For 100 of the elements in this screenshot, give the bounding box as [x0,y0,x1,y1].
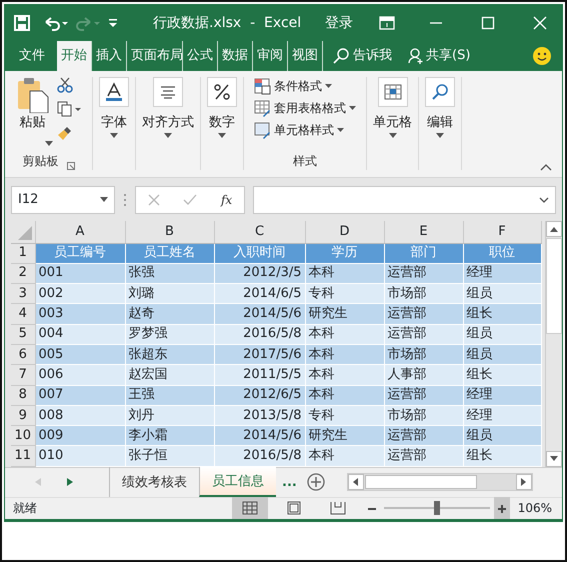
horizontal-scrollbar[interactable] [346,473,533,492]
conditional-format-icon [254,78,271,94]
table-cell: 王强 [125,385,214,406]
save-icon[interactable] [13,14,31,32]
column-heading: 职位 [463,243,541,264]
row-header[interactable]: 9 [11,405,35,426]
caret-icon[interactable] [388,132,396,138]
zoom-in-button[interactable] [494,497,510,520]
scroll-right-icon[interactable] [521,478,526,486]
sheet-tab[interactable]: 员工信息 [199,467,276,498]
clipboard-icon [16,77,48,113]
style-menu-button[interactable]: 单元格样式 [254,121,344,139]
window-title: 行政数据.xlsx - Excel [153,14,302,32]
row-header[interactable]: 6 [11,344,35,365]
copy-icon[interactable] [56,101,80,117]
smiley-icon[interactable] [532,46,552,66]
scroll-down-icon[interactable] [550,456,558,462]
row-header[interactable]: 10 [11,426,35,446]
column-heading: 员工姓名 [125,243,214,264]
more-sheets-button[interactable]: ... [276,472,303,492]
tell-me-field[interactable]: 告诉我 [349,41,404,71]
add-sheet-icon[interactable] [306,473,325,492]
table-cell: 2014/5/6 [214,426,305,446]
insert-function-button[interactable]: fx [220,190,232,208]
row-header[interactable]: 4 [11,304,35,324]
table-cell: 010 [35,446,125,466]
person-add-icon[interactable] [408,48,424,64]
table-cell: 人事部 [384,364,463,386]
page-layout-icon [286,501,302,516]
table-cell: 运营部 [384,446,463,466]
caret-icon [337,128,344,132]
formula-input[interactable] [253,186,556,214]
table-cell: 组员 [463,426,541,446]
row-header[interactable]: 7 [11,364,35,386]
caret-icon[interactable] [164,132,172,138]
ribbon-button[interactable]: 单元格 [373,77,412,132]
ribbon-tab[interactable]: 文件 [11,41,57,71]
table-cell: 2016/5/8 [214,446,305,466]
table-cell: 市场部 [384,405,463,426]
cells-icon [384,83,402,101]
cell-style-icon [254,122,271,138]
scroll-up-icon[interactable] [550,226,558,232]
row-header[interactable]: 3 [11,284,35,304]
dialog-launcher-icon[interactable] [66,162,74,170]
next-sheet-icon[interactable] [67,478,73,486]
font-color-icon [104,82,124,102]
slider-thumb[interactable] [434,501,440,516]
maximize-icon[interactable] [481,16,496,30]
paste-button[interactable]: 粘贴 [16,77,48,141]
style-menu-button[interactable]: 条件格式 [254,77,332,95]
status-text: 就绪 [13,500,37,518]
ribbon-tab[interactable]: 开始 [57,41,92,71]
normal-view-button[interactable] [232,497,268,520]
table-cell: 本科 [305,364,384,386]
collapse-ribbon-icon[interactable] [540,163,552,171]
column-header[interactable]: E [384,221,463,243]
close-icon[interactable] [533,16,548,30]
table-cell: 组长 [463,364,541,386]
ribbon-button[interactable]: 对齐方式 [142,77,194,132]
customize-icon[interactable] [107,17,119,29]
vertical-scrollbar[interactable] [544,221,562,467]
table-cell: 市场部 [384,284,463,304]
row-header[interactable]: 11 [11,446,35,466]
brush-icon[interactable] [56,125,72,141]
ribbon-options-icon[interactable] [379,16,396,30]
table-cell: 专科 [305,284,384,304]
scroll-left-icon[interactable] [353,478,358,486]
share-button[interactable]: 共享(S) [424,41,482,71]
check-icon[interactable] [183,194,198,206]
table-cell: 张超东 [125,344,214,365]
name-box[interactable]: I12 [11,186,115,214]
table-cell: 赵奇 [125,304,214,324]
table-cell: 运营部 [384,385,463,406]
table-cell: 2014/5/6 [214,304,305,324]
row-header[interactable]: 2 [11,263,35,284]
caret-icon[interactable] [110,132,118,138]
caret-icon [325,84,332,88]
group-label: 样式 [293,153,317,170]
column-heading: 部门 [384,243,463,264]
table-cell: 004 [35,324,125,344]
row-header[interactable]: 8 [11,385,35,406]
sign-in-link[interactable]: 登录 [325,12,354,34]
column-header[interactable]: F [463,221,541,243]
search-icon [333,48,349,64]
column-header[interactable]: C [214,221,305,243]
column-header[interactable]: B [125,221,214,243]
column-header[interactable]: D [305,221,384,243]
row-header[interactable]: 1 [11,243,35,264]
caret-icon[interactable] [44,141,52,146]
row-header[interactable]: 5 [11,324,35,344]
normal-view-icon [242,501,258,516]
table-cell: 组员 [463,284,541,304]
caret-icon[interactable] [436,132,444,138]
style-menu-button[interactable]: 套用表格格式 [254,99,356,117]
scissors-icon[interactable] [56,77,72,93]
zoom-level-text[interactable]: 106% [518,499,552,518]
expand-icon [539,196,549,202]
column-header[interactable]: A [35,221,125,243]
caret-icon[interactable] [218,132,226,138]
table-format-icon [254,100,271,116]
